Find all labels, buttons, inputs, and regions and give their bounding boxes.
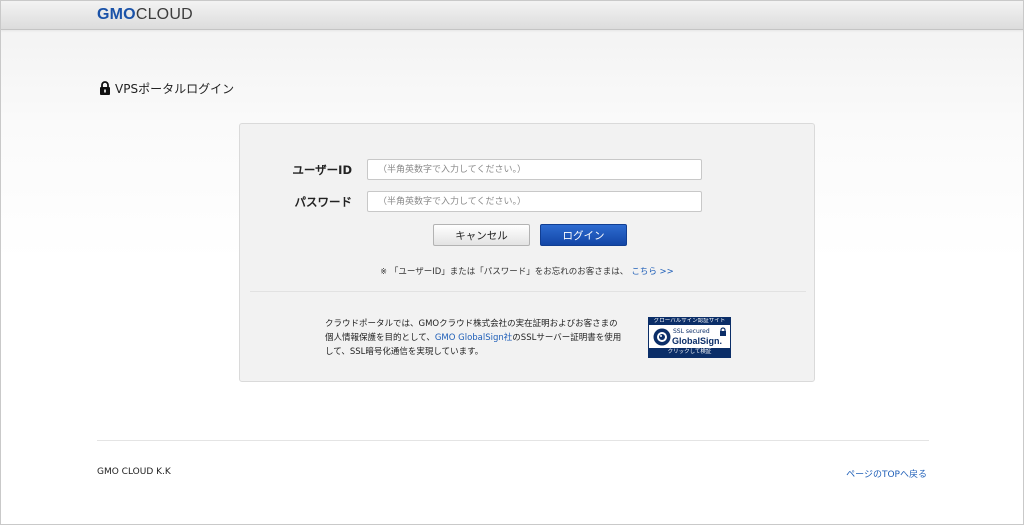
login-button[interactable]: ログイン xyxy=(540,224,627,246)
footer-divider xyxy=(97,440,929,441)
login-card: ユーザーID パスワード キャンセル ログイン ※「ユーザーID」または「パスワ… xyxy=(239,123,815,382)
globalsign-ssl-seal[interactable]: グローバルサイン認証サイト SSL secured GlobalSign. クリ… xyxy=(648,317,731,358)
user-id-row: ユーザーID xyxy=(240,159,814,181)
globalsign-eye-icon xyxy=(653,328,671,346)
ssl-line-2-pre: 個人情報保護を目的として、 xyxy=(325,333,435,343)
seal-brand-text: GlobalSign. xyxy=(672,336,723,346)
lock-icon xyxy=(100,81,110,95)
forgot-link[interactable]: こちら >> xyxy=(631,267,673,277)
password-row: パスワード xyxy=(240,191,814,213)
company-name: GMO CLOUD K.K xyxy=(97,467,171,477)
seal-body: SSL secured GlobalSign. xyxy=(649,325,730,349)
user-id-input[interactable] xyxy=(367,159,702,180)
user-id-label: ユーザーID xyxy=(292,163,352,177)
forgot-text: 「ユーザーID」または「パスワード」をお忘れのお客さまは、 xyxy=(389,267,629,277)
page-title-text: VPSポータルログイン xyxy=(115,81,235,96)
card-divider xyxy=(250,291,806,292)
globalsign-link[interactable]: GMO GlobalSign社 xyxy=(435,333,512,343)
password-label: パスワード xyxy=(294,195,353,209)
cancel-button[interactable]: キャンセル xyxy=(433,224,530,246)
ssl-line-2-post: のSSLサーバー証明書を使用 xyxy=(512,333,622,343)
password-input[interactable] xyxy=(367,191,702,212)
ssl-line-3: して、SSL暗号化通信を実現しています。 xyxy=(325,347,484,357)
logo-cloud: CLOUD xyxy=(135,6,193,23)
ssl-line-1: クラウドポータルでは、GMOクラウド株式会社の実在証明およびお客さまの xyxy=(325,319,618,329)
ssl-description: クラウドポータルでは、GMOクラウド株式会社の実在証明およびお客さまの 個人情報… xyxy=(325,317,645,359)
header-bar: GMOCLOUD xyxy=(1,1,1023,30)
page-frame: GMOCLOUD VPSポータルログイン ユーザーID パスワード キャンセル … xyxy=(0,0,1024,525)
ssl-line-2: 個人情報保護を目的として、GMO GlobalSign社のSSLサーバー証明書を… xyxy=(325,331,645,345)
gmo-cloud-logo[interactable]: GMOCLOUD xyxy=(97,6,193,24)
page-title: VPSポータルログイン xyxy=(99,79,234,97)
forgot-credentials-note: ※ 「ユーザーID」または「パスワード」をお忘れのお客さまは、 こちら >> xyxy=(240,265,814,277)
seal-bottom-text: クリックして検証 xyxy=(649,348,730,357)
back-to-top-link[interactable]: ページのTOPへ戻る xyxy=(846,467,927,480)
logo-gmo: GMO xyxy=(97,6,136,23)
seal-lock-icon xyxy=(720,327,726,336)
seal-top-text: グローバルサイン認証サイト xyxy=(649,318,730,325)
seal-secured-text: SSL secured xyxy=(673,328,710,335)
note-mark: ※ xyxy=(380,267,387,276)
